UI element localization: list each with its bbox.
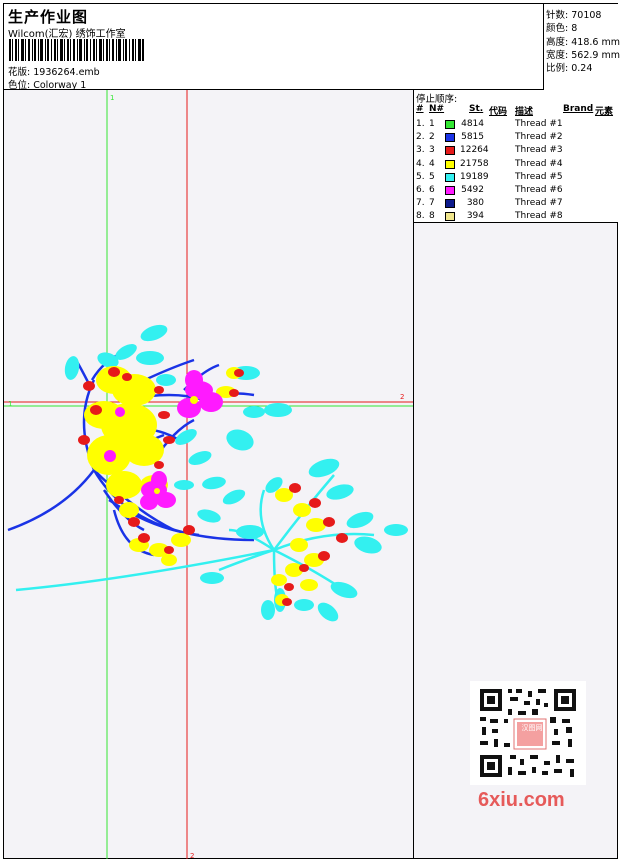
thread-swatch [445,172,455,182]
axis-y-end: 2 [190,852,194,859]
thread-swatch [445,212,455,222]
axis-y-start: 1 [110,94,114,102]
col-desc: 描述 [515,107,534,117]
qr-code-icon [470,681,586,785]
row-index: 2. [416,132,425,143]
row-desc: Thread #2 [515,132,563,143]
row-stitches: 21758 [460,158,489,169]
row-stitches: 394 [466,211,484,222]
colorway-line: 色位: Colorway 1 [8,77,86,91]
design-file-line: 花版: 1936264.emb [8,64,100,78]
row-needle: 6 [429,185,435,195]
studio-name: Wilcom(汇宏) 绣饰工作室 [8,29,126,40]
row-stitches: 5815 [461,132,484,143]
row-desc: Thread #1 [515,119,563,129]
axis-x-end: 2 [400,393,404,401]
magenta-flower-center-2 [154,488,160,494]
stat-ratio: 比例: 0.24 [546,63,593,74]
thread-swatch [445,186,455,195]
row-needle: 1 [429,119,435,129]
thread-panel: 停止顺序: # N# St. 代码 描述 Brand 元素 1. 1 4814 Thr… [414,90,618,223]
stat-colors: 颜色: 8 [546,23,578,34]
thread-row: 3. 3 12264 Thread #3 [414,145,618,158]
row-needle: 2 [429,132,435,143]
row-stitches: 380 [466,198,484,209]
sheet-header: 生产作业图 Wilcom(汇宏) 绣饰工作室 花版: 1936264.emb 色… [4,4,617,91]
row-needle: 7 [429,198,435,209]
thread-swatch [445,146,455,156]
thread-swatch [445,120,455,129]
row-stitches: 19189 [460,171,489,182]
col-needle: N# [429,104,445,114]
qr-stamp: 汉图网 [521,724,543,732]
stat-stitches: 针数: 70108 [546,10,602,21]
row-desc: Thread #4 [515,158,563,169]
watermark-logo: 6xiu.com [478,789,565,811]
row-index: 4. [416,158,425,169]
row-desc: Thread #5 [515,171,563,182]
sheet-title: 生产作业图 [8,8,89,26]
row-desc: Thread #7 [515,198,563,209]
thread-swatch [445,159,455,169]
embroidery-design: 1 2 1 2 [4,90,413,859]
thread-row: 5. 5 19189 Thread #5 [414,172,618,185]
row-needle: 8 [429,211,435,222]
thread-row: 2. 2 5815 Thread #2 [414,132,618,145]
thread-swatch [445,133,455,143]
thread-row: 1. 1 4814 Thread #1 [414,119,618,132]
stat-width: 宽度: 562.9 mm [546,50,620,61]
row-desc: Thread #6 [515,185,563,195]
row-index: 5. [416,171,425,182]
stop-sequence-title: 停止顺序: [416,94,458,105]
row-desc: Thread #3 [515,145,563,156]
stats-box: 针数: 70108 颜色: 8 高度: 418.6 mm 宽度: 562.9 m… [543,4,620,90]
thread-row: 6. 6 5492 Thread #6 [414,185,618,198]
row-desc: Thread #8 [515,211,563,222]
barcode-icon [9,39,144,61]
col-stitches: St. [469,104,484,114]
row-stitches: 5492 [461,185,484,195]
stat-height: 高度: 418.6 mm [546,37,620,48]
thread-row: 4. 4 21758 Thread #4 [414,159,618,172]
magenta-flower-center [190,396,198,404]
row-index: 7. [416,198,425,209]
row-index: 3. [416,145,425,156]
row-index: 6. [416,185,425,195]
col-brand: Brand [563,104,594,114]
row-needle: 4 [429,158,435,169]
production-sheet: 生产作业图 Wilcom(汇宏) 绣饰工作室 花版: 1936264.emb 色… [3,3,620,859]
row-index: 1. [416,119,425,129]
thread-swatch [445,199,455,209]
axis-x-start: 1 [8,400,12,408]
row-stitches: 12264 [460,145,489,156]
col-index: # [416,104,424,114]
row-index: 8. [416,211,425,222]
design-preview: 1 2 1 2 [4,90,414,859]
row-stitches: 4814 [461,119,484,129]
thread-row: 8. 8 394 Thread #8 [414,211,618,224]
col-code: 代码 [489,107,508,117]
thread-row: 7. 7 380 Thread #7 [414,198,618,211]
col-element: 元素 [595,107,614,117]
row-needle: 5 [429,171,435,182]
row-needle: 3 [429,145,435,156]
